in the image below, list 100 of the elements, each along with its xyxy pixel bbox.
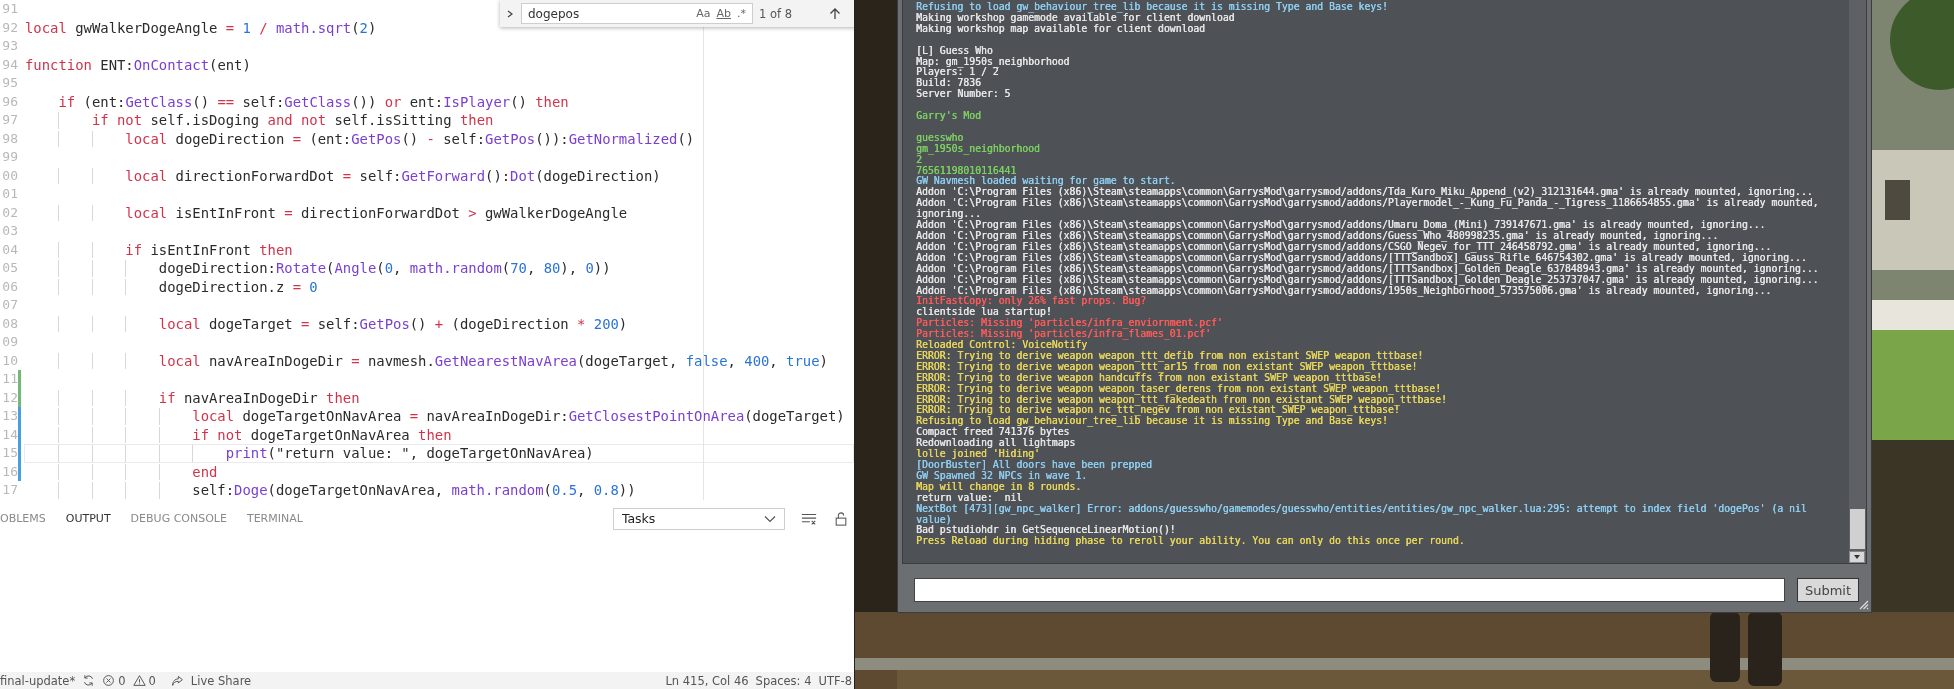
- line-number: 93: [1, 37, 18, 55]
- line-number: 96: [1, 92, 18, 111]
- console-line: GW Navmesh loaded waiting for game to start.: [916, 176, 1176, 188]
- code-line: dogeDirection:Rotate(Angle(0, math.random(70, 80), 0)): [24, 259, 612, 278]
- panel-tab[interactable]: OUTPUT: [65, 512, 111, 525]
- find-option[interactable]: .*: [737, 7, 746, 20]
- console-line: return value: nil: [916, 492, 1023, 504]
- console-line: Map: gm_1950s_neighborhood: [916, 56, 1070, 68]
- console-line: lolle joined 'Hiding': [916, 449, 1040, 460]
- line-number: 07: [1, 296, 18, 314]
- line-number: 99: [1, 148, 18, 166]
- code-line: end: [24, 462, 219, 481]
- line-number: 11: [1, 370, 18, 388]
- sync-icon[interactable]: [82, 674, 96, 687]
- console-line: Addon 'C:\Program Files (x86)\Steam\steamapps\common\GarrysMod\garrysmod/addons/1950s_Neighborhood_573575006.gma' is already mounted, ignoring...: [916, 285, 1772, 297]
- console-line: Bad pstudiohdr in GetSequenceLinearMotion()!: [916, 525, 1176, 537]
- console-line: [DoorBuster] All doors have been prepped: [916, 460, 1152, 471]
- code-line: if navAreaInDogeDir then: [24, 388, 361, 407]
- line-number: 95: [1, 74, 18, 92]
- line-number: 04: [1, 240, 18, 259]
- line-number: 92: [1, 18, 18, 37]
- line-number: 00: [1, 166, 18, 185]
- line-number: 14: [1, 425, 18, 444]
- console-line: Server Number: 5: [916, 89, 1011, 101]
- scrollbar-thumb[interactable]: [1850, 509, 1865, 549]
- match-count: 1 of 8: [759, 6, 793, 21]
- console-line: gm_1950s_neighborhood: [916, 143, 1040, 155]
- line-number: 13: [1, 407, 18, 425]
- cursor-position[interactable]: Ln 415, Col 46: [665, 673, 749, 688]
- line-number: 01: [1, 185, 18, 203]
- console-line: ERROR: Trying to derive weapon weapon_ttt_defib from non existant SWEP weapon_tttbase!: [916, 350, 1424, 362]
- input-field[interactable]: [914, 578, 1785, 602]
- console-line: Addon 'C:\Program Files (x86)\Steam\steamapps\common\GarrysMod\garrysmod/addons/Playermodel_-_Kung_Fu_Panda_-_Tigress_1186654855.gma' is already mounted, ignoring...: [916, 198, 1820, 221]
- line-number: 98: [1, 129, 18, 148]
- panel-tab[interactable]: OBLEMS: [0, 512, 46, 525]
- code-line: if (ent:GetClass() == self:GetClass()) or ent:IsPlayer() then: [57, 92, 570, 111]
- console-line: clientside lua startup!: [916, 307, 1052, 319]
- code-line: function ENT:OnContact(ent): [24, 55, 252, 74]
- console-line: Refusing to load gw_behaviour_tree_lib because it is missing Type and Base keys!: [916, 2, 1388, 13]
- panel-tab[interactable]: TERMINAL: [246, 512, 303, 525]
- console-line: ERROR: Trying to derive weapon weapon_ttt_fakedeath from non existant SWEP weapon_tttbase!: [916, 394, 1447, 406]
- line-number: 08: [1, 314, 18, 333]
- console-line: Players: 1 / 2: [916, 67, 999, 79]
- console-line: Redownloading all lightmaps: [916, 438, 1076, 450]
- console-line: ERROR: Trying to derive weapon weapon_ttt_ar15 from non existant SWEP weapon_tttbase!: [916, 361, 1418, 373]
- console-line: Map will change in 8 rounds.: [916, 481, 1082, 493]
- panel-tab[interactable]: DEBUG CONSOLE: [130, 512, 227, 525]
- console-line: Compact freed 741376 bytes: [916, 427, 1070, 439]
- share-arrow-icon[interactable]: [170, 674, 184, 687]
- console-line: Garry's Mod: [916, 111, 981, 122]
- line-number: 03: [1, 222, 18, 240]
- line-number: 15: [1, 444, 18, 462]
- console-line: Addon 'C:\Program Files (x86)\Steam\steamapps\common\GarrysMod\garrysmod/addons/Umaru_Doma_(Mini)_739147671.gma' is already mounted, ignoring...: [916, 220, 1766, 231]
- line-number: 05: [1, 259, 18, 277]
- resize-grip-icon[interactable]: [1857, 598, 1869, 610]
- code-line: local dogeTarget = self:GetPos() + (dogeDirection * 200): [24, 314, 629, 333]
- line-number: 10: [1, 351, 18, 370]
- error-icon[interactable]: [102, 674, 116, 687]
- console-line: Build: 7836: [916, 78, 981, 89]
- output-dropdown[interactable]: Tasks: [612, 507, 785, 530]
- code-line: if not self.isDoging and not self.isSitting then: [24, 111, 495, 130]
- console-line: Addon 'C:\Program Files (x86)\Steam\steamapps\common\GarrysMod\garrysmod/addons/[TTTSandbox]_Golden_Deagle_253737047.gma' is already mounted, ignoring...: [916, 274, 1819, 286]
- console-line: NextBot [473][gw_npc_walker] Error: addons/guesswho/gamemodes/guesswho/entities/entities/gw_npc_walker.lua:295: attempt to index field 'dogePos' (a nil value): [916, 503, 1808, 525]
- line-number: 16: [1, 462, 18, 481]
- line-number: 94: [1, 55, 18, 74]
- console-line: Refusing to load gw_behaviour_tree_lib because it is missing Type and Base keys!: [916, 416, 1388, 428]
- console-line: Making workshop gamemode available for client download: [916, 12, 1235, 24]
- line-number: 91: [1, 0, 18, 18]
- console-line: ERROR: Trying to derive weapon handcuffs from non existant SWEP weapon_tttbase!: [916, 372, 1382, 384]
- line-number: 06: [1, 277, 18, 296]
- error-count[interactable]: 0: [118, 673, 126, 688]
- console-line: Addon 'C:\Program Files (x86)\Steam\steamapps\common\GarrysMod\garrysmod/addons/Guess_Who_480998235.gma' is already mounted, ignoring...: [916, 231, 1719, 242]
- console-line: ERROR: Trying to derive weapon weapon_taser_derens from non existant SWEP weapon_tttbase!: [916, 383, 1441, 395]
- find-field[interactable]: dogepos Aa Ab .*: [521, 3, 753, 24]
- expand-chevron-icon[interactable]: [505, 8, 515, 19]
- line-number: 02: [1, 203, 18, 222]
- live-share-button[interactable]: Live Share: [190, 673, 252, 688]
- clear-output-icon[interactable]: [800, 511, 817, 526]
- console-line: guesswho: [916, 132, 964, 144]
- console-line: Press Reload during hiding phase to reroll your ability. You can only do this once per round.: [916, 536, 1465, 548]
- find-option[interactable]: Aa: [696, 7, 711, 20]
- encoding-setting[interactable]: UTF-8: [818, 673, 852, 688]
- submit-button[interactable]: Submit: [1797, 578, 1859, 602]
- console-line: [L] Guess Who: [916, 45, 993, 57]
- branch-name[interactable]: final-update*: [0, 673, 76, 688]
- caret-icon[interactable]: [763, 514, 776, 523]
- code-line: if not dogeTargetOnNavArea then: [24, 425, 453, 444]
- line-number: 97: [1, 111, 18, 129]
- console-line: Addon 'C:\Program Files (x86)\Steam\steamapps\common\GarrysMod\garrysmod/addons/CSGO_Negev_for_TTT_246458792.gma' is already mounted, ignoring...: [916, 241, 1772, 253]
- console-line: 2: [916, 154, 922, 166]
- scrollbar[interactable]: [1849, 0, 1866, 563]
- code-line: local gwWalkerDogeAngle = 1 / math.sqrt(2): [24, 18, 378, 37]
- code-line: self:Doge(dogeTargetOnNavArea, math.random(0.5, 0.8)): [24, 481, 637, 500]
- warning-icon[interactable]: [132, 674, 146, 687]
- code-line: local dogeTargetOnNavArea = navAreaInDogeDir:GetClosestPointOnArea(dogeTarget): [24, 407, 846, 426]
- console-line: GW Spawned 32 NPCs in wave 1.: [916, 470, 1088, 482]
- find-option[interactable]: Ab: [716, 7, 731, 20]
- indentation-setting[interactable]: Spaces: 4: [755, 673, 812, 688]
- line-number: 12: [1, 388, 18, 407]
- warning-count[interactable]: 0: [148, 673, 156, 688]
